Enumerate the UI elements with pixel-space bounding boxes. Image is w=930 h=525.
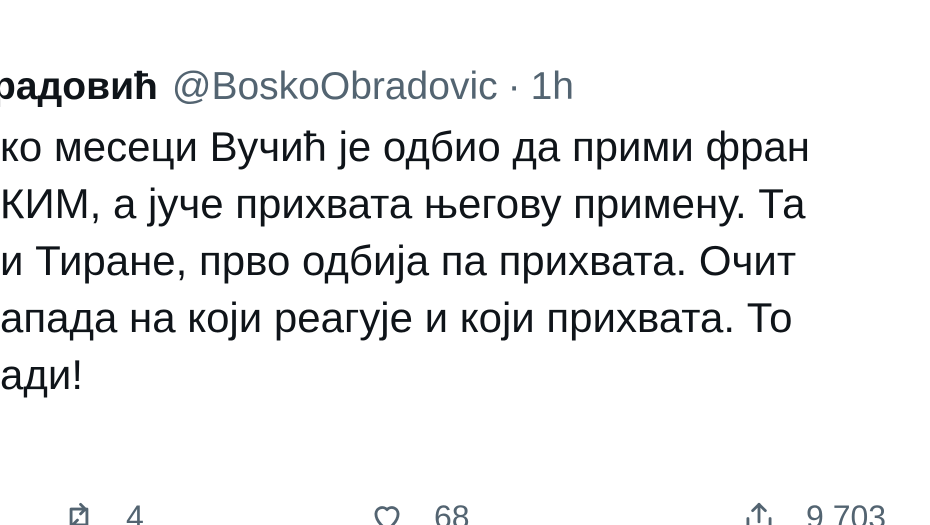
tweet-text-line: ко месеци Вучић је одбио да прими фран [0, 123, 810, 170]
tweet-text: ко месеци Вучић је одбио да прими фран К… [0, 118, 810, 403]
retweet-button[interactable]: 4 [60, 498, 144, 525]
author-handle[interactable]: @BoskoObradovic [172, 65, 498, 108]
tweet-actions: 4 68 9 703 [0, 498, 930, 525]
tweet-text-line: апада на који реагује и који прихвата. Т… [0, 294, 793, 341]
tweet-text-line: и Тиране, прво одбија па прихвата. Очит [0, 237, 797, 284]
retweet-count: 4 [126, 498, 144, 525]
header-separator: · [507, 65, 521, 108]
tweet-card: радовић @BoskoObradovic · 1h ко месеци Вучи… [0, 0, 930, 525]
tweet-timestamp[interactable]: 1h [531, 65, 574, 108]
author-name[interactable]: радовић [0, 65, 158, 108]
share-count: 9 703 [806, 498, 887, 525]
heart-icon [374, 506, 400, 525]
tweet-header: радовић @BoskoObradovic · 1h [0, 62, 574, 112]
tweet-text-line: КИМ, а јуче прихвата његову примену. Та [0, 180, 806, 227]
share-button[interactable]: 9 703 [740, 498, 886, 525]
like-count: 68 [434, 498, 470, 525]
tweet-text-line: ади! [0, 351, 83, 398]
share-icon [746, 502, 772, 525]
like-button[interactable]: 68 [368, 498, 470, 525]
retweet-icon [69, 502, 89, 525]
